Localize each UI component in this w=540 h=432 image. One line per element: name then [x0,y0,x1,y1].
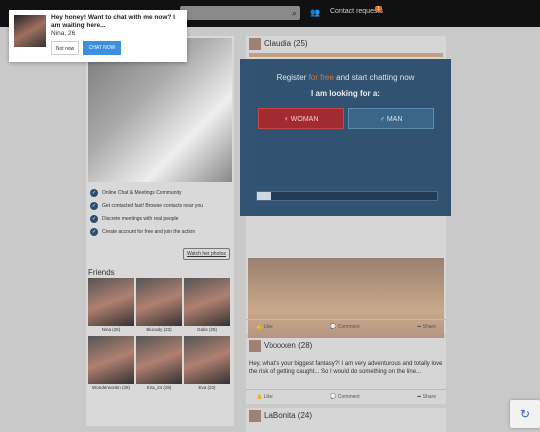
avatar[interactable] [249,340,261,352]
avatar[interactable] [249,38,261,50]
share-button[interactable]: ➦ Share [417,394,436,400]
register-title: Register for free and start chatting now [276,73,415,82]
friend-tile[interactable]: Kira_24 (28) [136,336,182,390]
feature-item: ✓ Online Chat & Meetings Community [90,188,182,197]
post-username[interactable]: Claudia (25) [264,39,308,48]
post-username[interactable]: Vixxxxen (28) [264,341,312,350]
like-button[interactable]: 👍 Like [256,394,273,400]
not-now-button[interactable]: Not now [51,41,79,55]
friend-tile[interactable]: Nina (26) [88,278,134,332]
friends-title: Friends [88,268,115,277]
friend-photo[interactable] [136,336,182,384]
check-icon: ✓ [90,188,98,197]
post-card: Vixxxxen (28) Hey, what's your biggest f… [246,338,446,404]
post-header: LaBonita (24) [246,408,446,428]
chat-invite-popup: Hey honey! Want to chat with me now? I a… [9,10,187,62]
users-icon[interactable]: 👥 [310,8,320,17]
post-actions: 👍 Like 💬 Comment ➦ Share [246,389,446,404]
register-modal: Register for free and start chatting now… [240,59,451,216]
progress-bar [256,191,438,201]
chat-now-button[interactable]: CHAT NOW [83,41,121,55]
share-button[interactable]: ➦ Share [417,324,436,330]
progress-fill [257,192,272,200]
friend-photo[interactable] [184,336,230,384]
friend-photo[interactable] [88,336,134,384]
friend-tile[interactable]: Gabs (28) [184,278,230,332]
features-list: ✓ Online Chat & Meetings Community ✓ Get c… [90,186,230,238]
check-icon: ✓ [90,214,98,223]
profile-panel: ✓ Online Chat & Meetings Community ✓ Get c… [86,36,234,426]
post-text: Hey, what's your biggest fantasy?! I am … [249,361,443,375]
avatar [14,15,46,47]
feature-item: ✓ Discrete meetings with real people [90,214,179,223]
post-card: LaBonita (24) [246,408,446,432]
post-header: Vixxxxen (28) [246,338,446,358]
friend-photo[interactable] [184,278,230,326]
check-icon: ✓ [90,227,98,236]
search-icon[interactable]: ⌕ [292,8,297,19]
popup-name: Nina, 26 [51,30,76,37]
friend-photo[interactable] [88,278,134,326]
avatar[interactable] [249,410,261,422]
post-username[interactable]: LaBonita (24) [264,411,312,420]
friend-tile[interactable]: Wonderwonkn (28) [88,336,134,390]
popup-message: Hey honey! Want to chat with me now? I a… [51,14,175,29]
woman-button[interactable]: ♀ WOMAN [258,108,344,129]
search-input[interactable]: ⌕ [180,6,300,20]
feature-item: ✓ Get contacted fast! Browse contacts nea… [90,201,203,210]
check-icon: ✓ [90,201,98,210]
friend-tile[interactable]: Blucady (23) [136,278,182,332]
friends-grid: Nina (26) Blucady (23) Gabs (28) Wonderw… [88,278,234,390]
recaptcha-icon[interactable]: ↻ [510,400,540,428]
contact-requests-badge: 1 [375,6,382,12]
post-photo-top [249,53,443,57]
watch-photos-button[interactable]: Watch her photos [182,248,230,260]
like-button[interactable]: 👍 Like [256,324,273,330]
looking-for-label: I am looking for a: [311,89,380,98]
post-actions: 👍 Like 💬 Comment ➦ Share [246,319,446,334]
friend-photo[interactable] [136,278,182,326]
man-button[interactable]: ♂ MAN [348,108,434,129]
comment-button[interactable]: 💬 Comment [330,324,359,330]
comment-button[interactable]: 💬 Comment [330,394,359,400]
feature-item: ✓ Create account for free and join the ac… [90,227,196,236]
friend-tile[interactable]: Eva (23) [184,336,230,390]
